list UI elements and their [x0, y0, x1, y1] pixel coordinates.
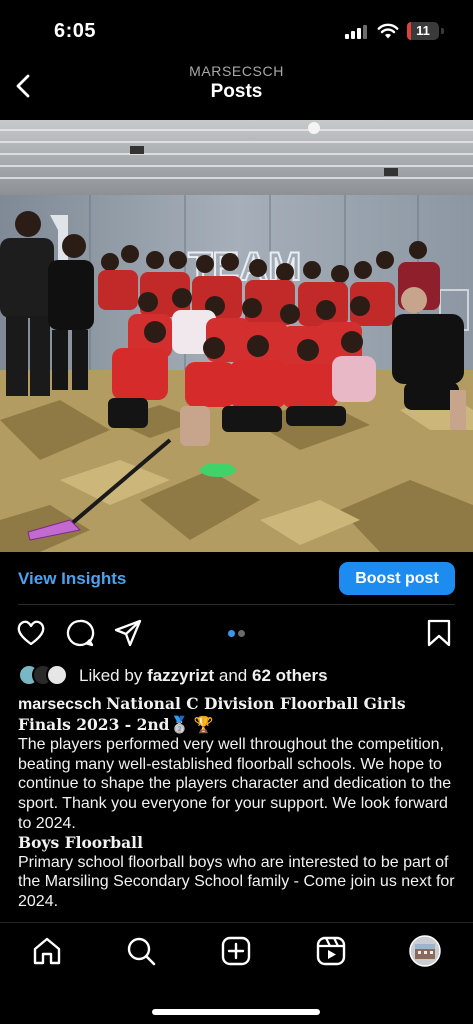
view-insights-link[interactable]: View Insights: [18, 569, 126, 589]
caption-body-1: The players performed very well througho…: [18, 736, 452, 832]
heart-icon[interactable]: [16, 618, 46, 648]
status-time: 6:05: [54, 20, 97, 42]
profile-avatar[interactable]: [409, 935, 441, 967]
caption-body-2: Primary school floorball boys who are in…: [18, 853, 455, 910]
cellular-signal-icon: [345, 25, 369, 39]
caption-username[interactable]: marsecsch: [18, 696, 102, 713]
caption-headline-line: marsecsch National C Division Floorball …: [18, 694, 455, 735]
caption-headline-emoji: 🥈 🏆: [169, 716, 214, 734]
liked-by-others[interactable]: 62 others: [252, 666, 328, 685]
carousel-dot-active: [228, 630, 235, 637]
liked-by-user[interactable]: fazzyrizt: [147, 666, 214, 685]
bottom-nav: [0, 922, 473, 1024]
post-actions: [0, 616, 473, 652]
liked-by-prefix: Liked by: [79, 666, 143, 685]
boost-post-button[interactable]: Boost post: [339, 562, 455, 595]
liked-by-text: Liked by fazzyrizt and 62 others: [79, 666, 328, 686]
search-icon[interactable]: [125, 935, 157, 967]
status-bar: 6:05 11: [0, 0, 473, 60]
insights-row: View Insights Boost post: [0, 560, 473, 600]
reels-icon[interactable]: [315, 935, 347, 967]
header-account-name: MARSECSCH: [189, 63, 284, 79]
liked-by-row[interactable]: Liked by fazzyrizt and 62 others: [0, 662, 473, 690]
divider: [18, 604, 455, 605]
share-icon[interactable]: [113, 618, 143, 648]
liked-by-avatars: [18, 664, 74, 688]
bookmark-icon[interactable]: [424, 618, 454, 648]
carousel-dot: [238, 630, 245, 637]
caption-subheading: Boys Floorball: [18, 833, 143, 853]
liked-by-and: and: [218, 666, 248, 685]
home-indicator: [152, 1009, 320, 1015]
battery-level: 11: [416, 23, 430, 38]
carousel-dots: [226, 630, 250, 638]
avatar: [46, 664, 68, 686]
post-photo-illustration: TEAM: [0, 120, 473, 552]
header: MARSECSCH Posts: [0, 60, 473, 112]
home-icon[interactable]: [31, 935, 63, 967]
battery-icon: 11: [407, 22, 439, 40]
battery-cap: [441, 28, 444, 34]
post-photo[interactable]: TEAM: [0, 120, 473, 552]
wifi-icon: [377, 23, 399, 39]
comment-icon[interactable]: [65, 618, 95, 648]
post-caption: marsecsch National C Division Floorball …: [18, 694, 455, 912]
page-title: Posts: [210, 81, 263, 102]
create-icon[interactable]: [220, 935, 252, 967]
